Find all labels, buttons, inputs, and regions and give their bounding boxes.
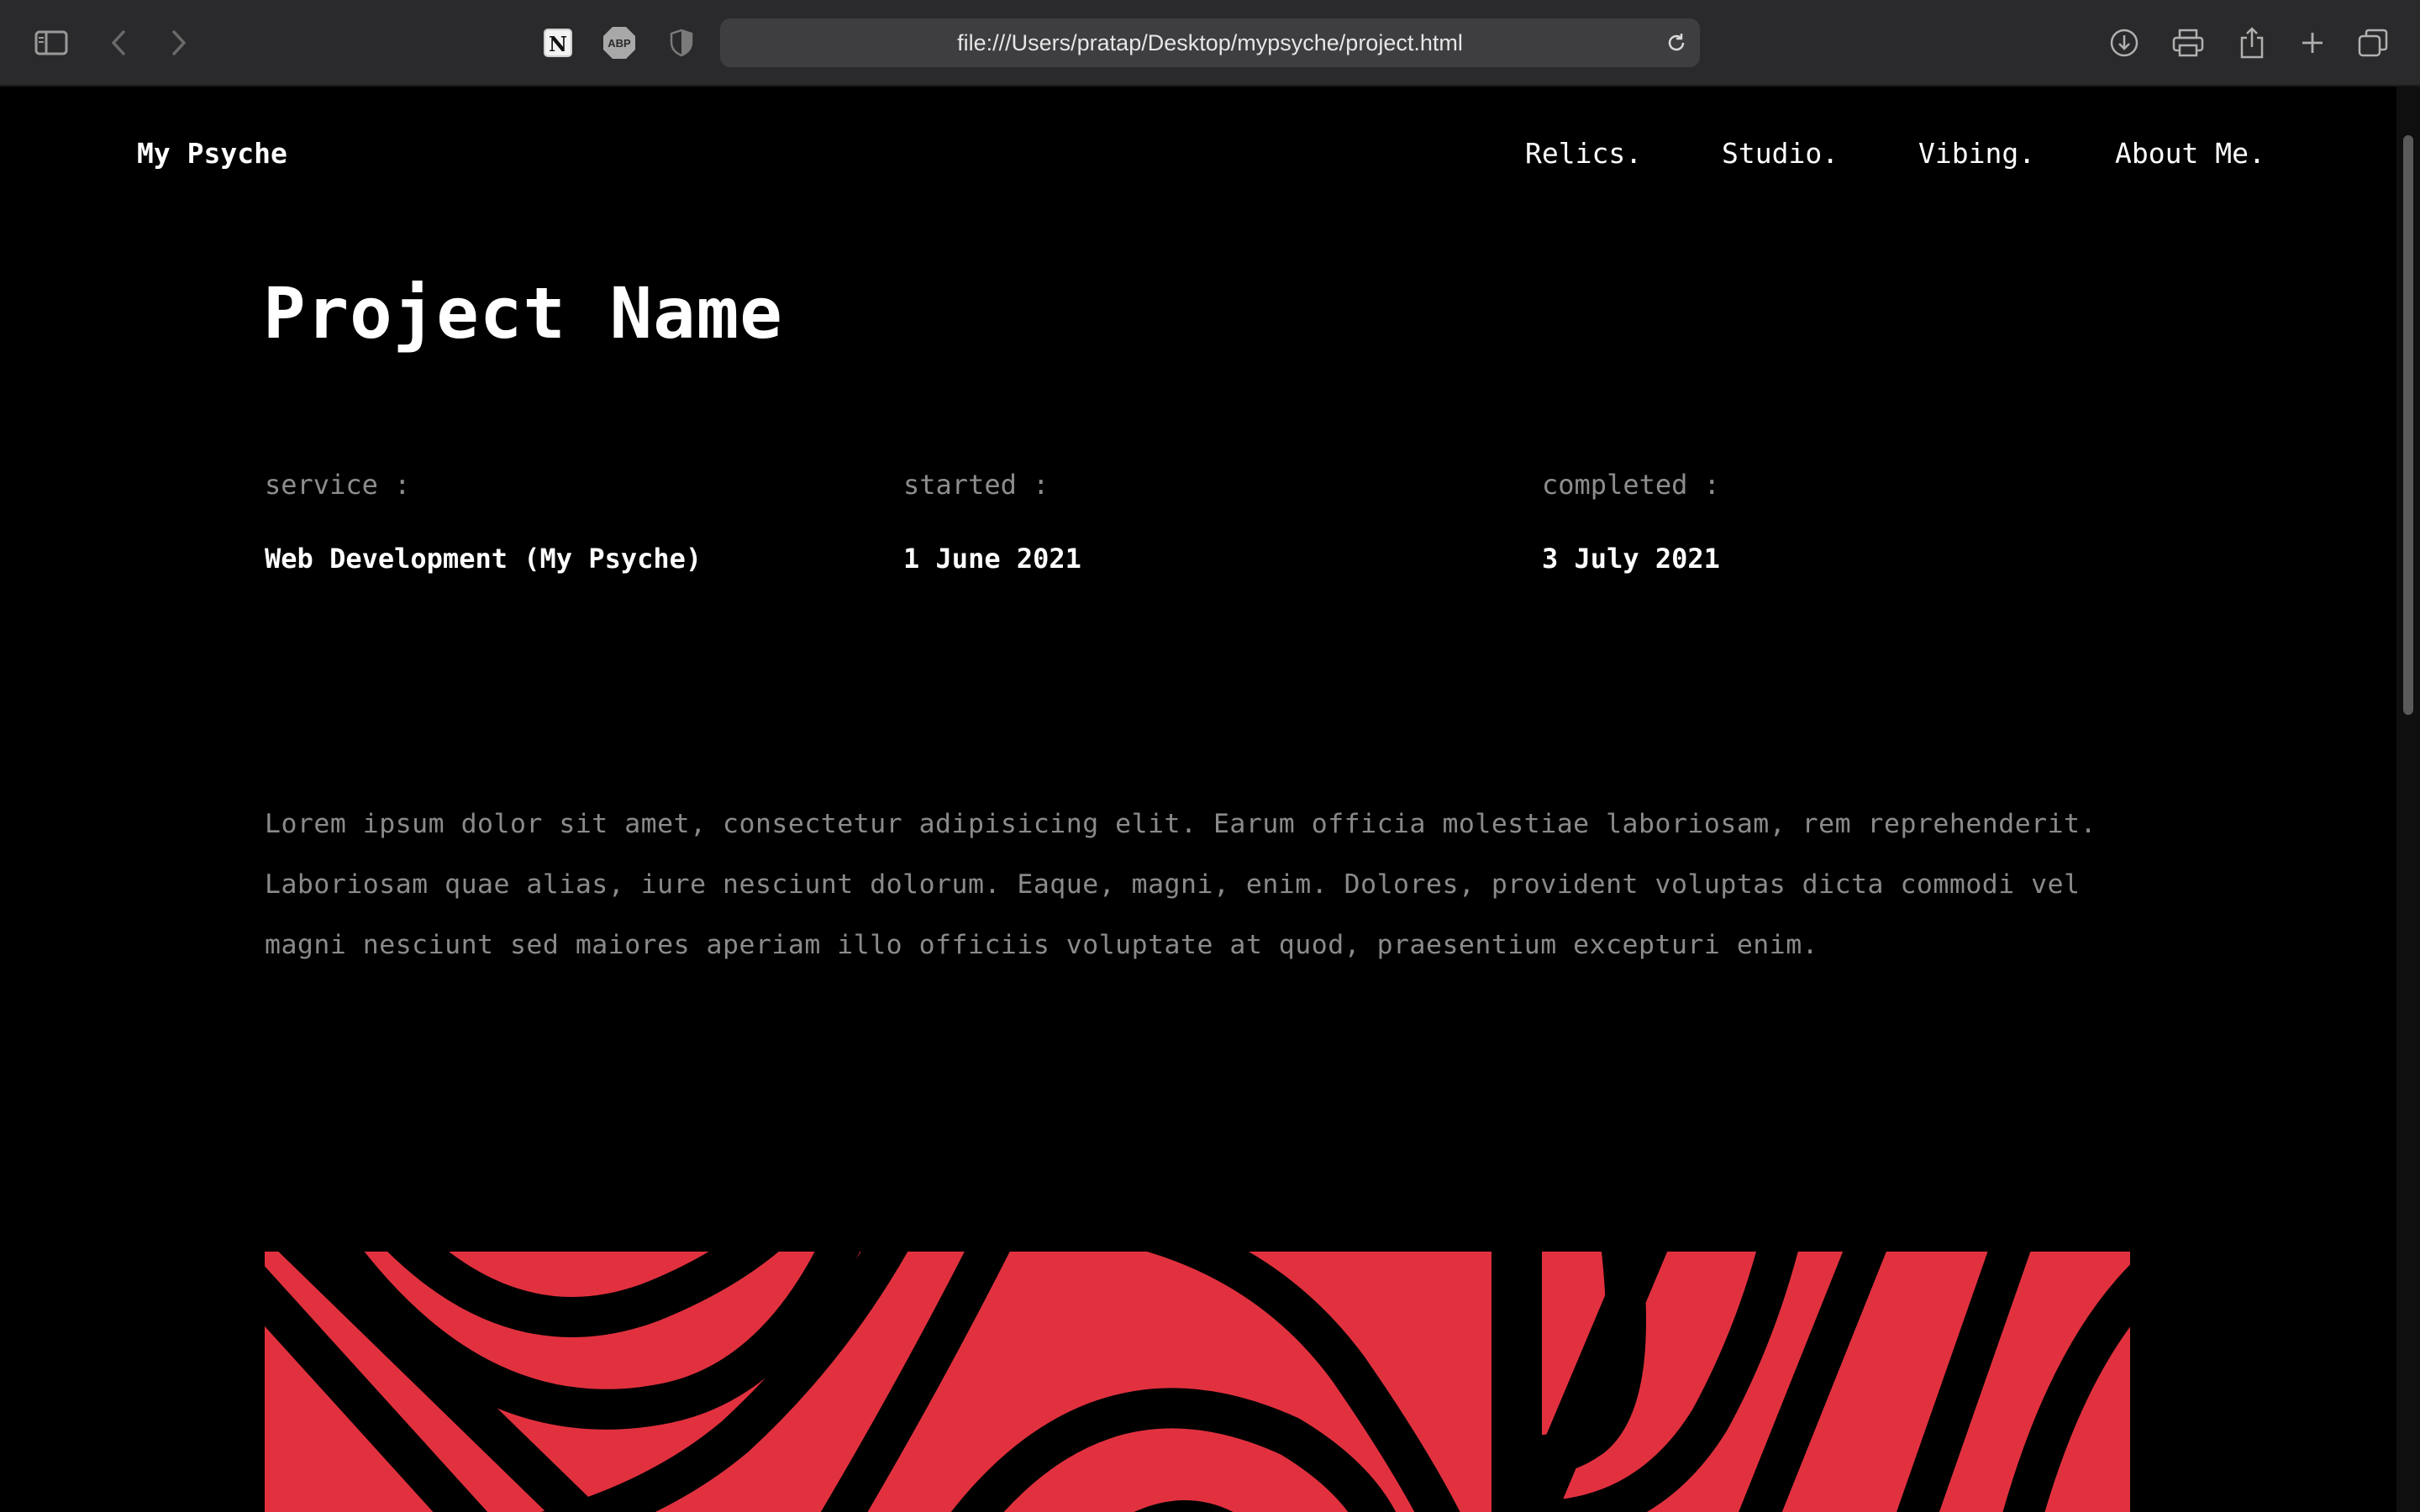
project-image-wave-small bbox=[1542, 1252, 2130, 1512]
service-label: service : bbox=[265, 469, 411, 501]
address-bar[interactable]: file:///Users/pratap/Desktop/mypsyche/pr… bbox=[720, 18, 1700, 67]
started-label: started : bbox=[903, 469, 1050, 501]
privacy-shield-icon[interactable] bbox=[667, 18, 696, 67]
nav-link-studio[interactable]: Studio. bbox=[1722, 137, 1839, 170]
url-text[interactable]: file:///Users/pratap/Desktop/mypsyche/pr… bbox=[720, 18, 1700, 67]
started-value: 1 June 2021 bbox=[903, 543, 1081, 575]
share-icon[interactable] bbox=[2237, 18, 2267, 67]
nav-link-about-me[interactable]: About Me. bbox=[2115, 137, 2265, 170]
print-icon[interactable] bbox=[2170, 18, 2207, 67]
new-tab-icon[interactable] bbox=[2297, 18, 2328, 67]
sidebar-icon[interactable] bbox=[32, 18, 71, 67]
download-icon[interactable] bbox=[2107, 18, 2141, 67]
reload-icon[interactable] bbox=[1665, 31, 1688, 58]
site-brand-link[interactable]: My Psyche bbox=[137, 137, 287, 170]
completed-label: completed : bbox=[1542, 469, 1720, 501]
back-icon[interactable] bbox=[106, 18, 131, 67]
browser-toolbar: N ABP file:///Users/pratap/Desktop/mypsy… bbox=[0, 0, 2420, 87]
project-description: Lorem ipsum dolor sit amet, consectetur … bbox=[265, 809, 2097, 960]
nav-link-relics[interactable]: Relics. bbox=[1525, 137, 1642, 170]
project-image-wave-large bbox=[265, 1252, 1491, 1512]
adblock-label: ABP bbox=[608, 37, 631, 50]
project-title: Project Name bbox=[263, 272, 783, 354]
forward-icon[interactable] bbox=[166, 18, 192, 67]
svg-text:N: N bbox=[549, 32, 567, 56]
tab-overview-icon[interactable] bbox=[2356, 18, 2390, 67]
notion-icon[interactable]: N bbox=[541, 18, 575, 67]
completed-value: 3 July 2021 bbox=[1542, 543, 1720, 575]
scrollbar-thumb[interactable] bbox=[2403, 135, 2413, 715]
service-value: Web Development (My Psyche) bbox=[265, 543, 702, 575]
page-scrollbar[interactable] bbox=[2396, 87, 2420, 1512]
adblock-icon[interactable]: ABP bbox=[602, 18, 637, 67]
page-content: My Psyche Relics. Studio. Vibing. About … bbox=[0, 87, 2396, 1512]
nav-link-vibing[interactable]: Vibing. bbox=[1918, 137, 2035, 170]
